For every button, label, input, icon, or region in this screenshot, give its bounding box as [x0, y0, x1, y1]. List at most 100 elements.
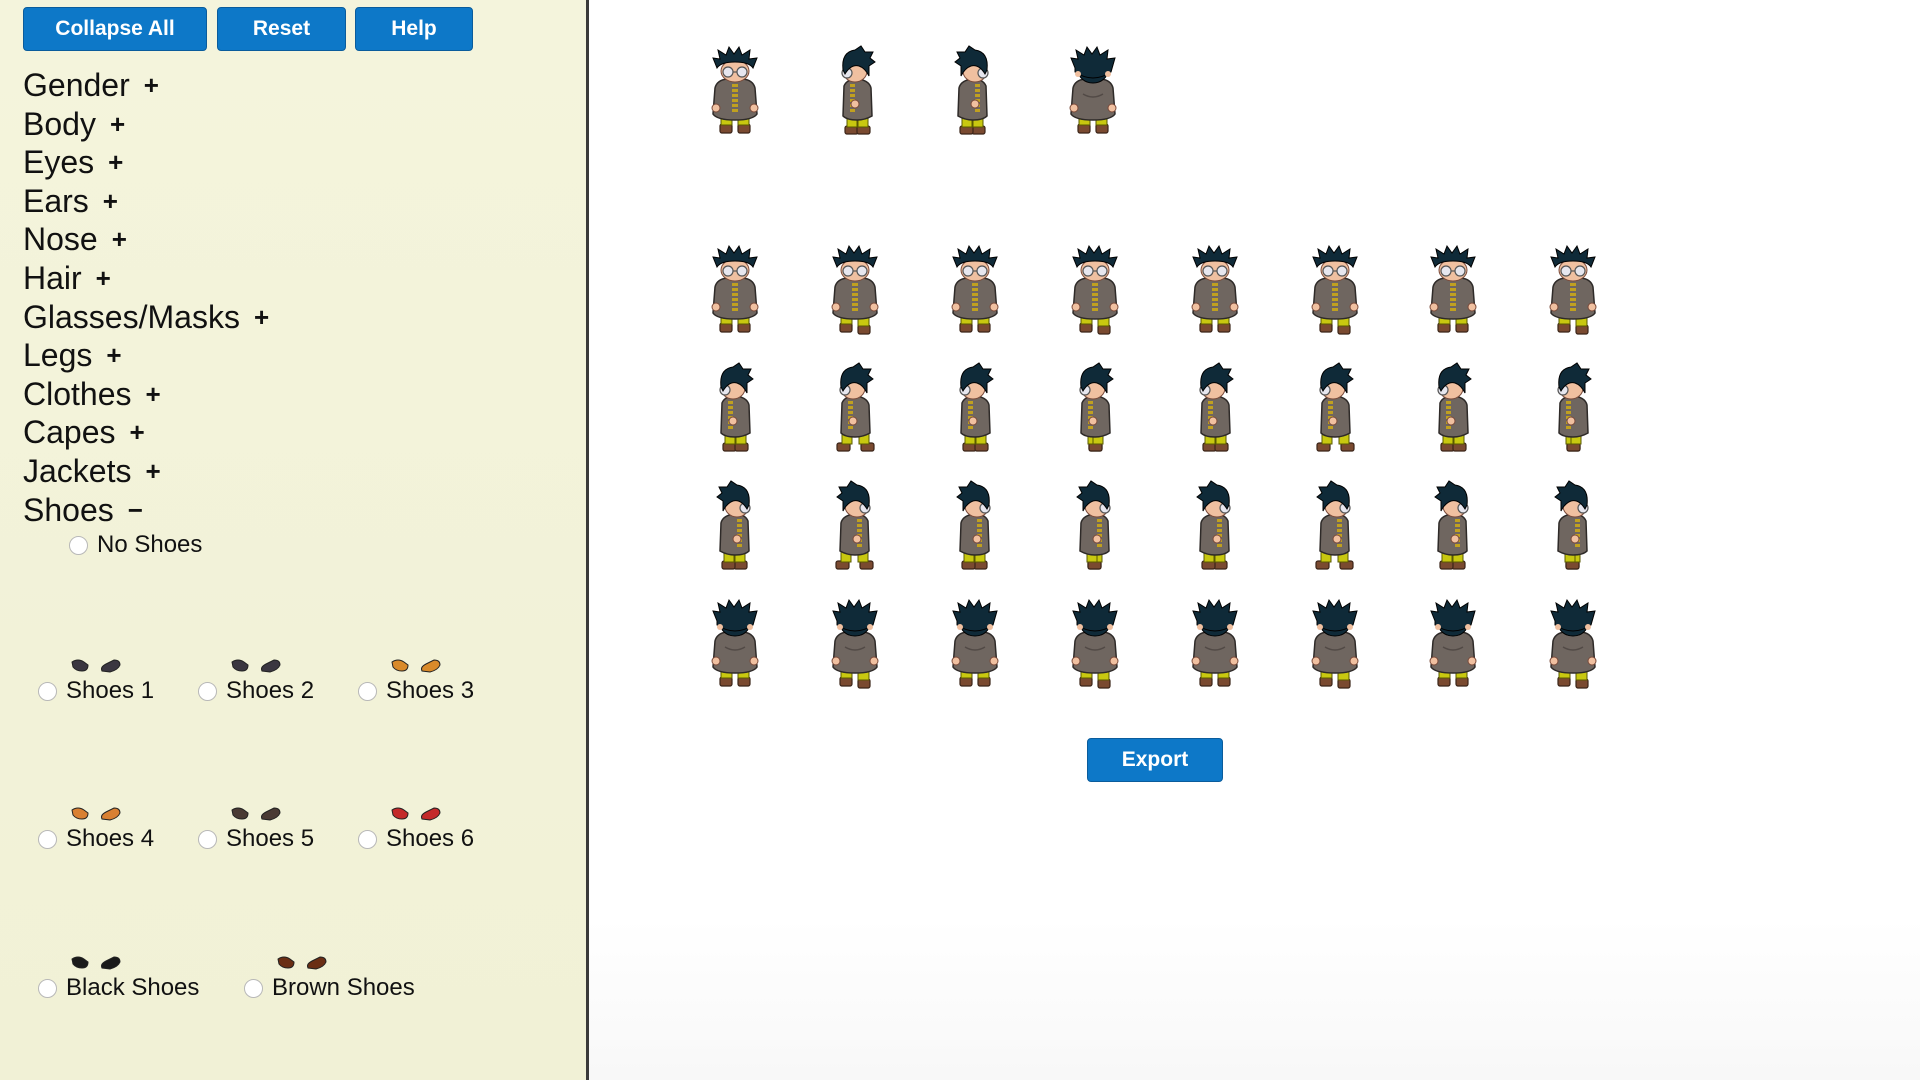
expand-icon[interactable]: +: [96, 259, 111, 297]
animation-frame-back: [703, 597, 767, 693]
section-capes[interactable]: Capes +: [23, 413, 145, 451]
sidebar: Collapse All Reset Help Gender + Body + Eyes…: [0, 0, 589, 1080]
shoe-option-radio[interactable]: [38, 682, 57, 701]
animation-frame-right: [1063, 479, 1127, 575]
animation-frame-right: [1421, 479, 1485, 575]
animation-frame-right: [1303, 479, 1367, 575]
animation-frame-back: [943, 597, 1007, 693]
expand-icon[interactable]: +: [112, 220, 127, 258]
animation-frame-back: [1421, 597, 1485, 693]
shoe-option-radio[interactable]: [198, 682, 217, 701]
shoe-preview-icon: [391, 659, 441, 673]
section-ears[interactable]: Ears +: [23, 182, 118, 220]
expand-icon[interactable]: +: [130, 413, 145, 451]
section-label: Jackets: [23, 453, 132, 489]
section-hair[interactable]: Hair +: [23, 259, 111, 297]
expand-icon[interactable]: +: [145, 452, 160, 490]
animation-frame-right: [1541, 479, 1605, 575]
shoe-option-radio[interactable]: [358, 830, 377, 849]
preview-sprite-front: [703, 44, 767, 140]
preview-sprite-right: [941, 44, 1005, 140]
expand-icon[interactable]: +: [254, 298, 269, 336]
shoe-option-label: Black Shoes: [66, 974, 200, 1001]
animation-frame-back: [1183, 597, 1247, 693]
animation-frame-left: [1183, 361, 1247, 457]
animation-frame-left: [703, 361, 767, 457]
shoe-option-radio[interactable]: [38, 979, 57, 998]
shoe-option-radio[interactable]: [38, 830, 57, 849]
animation-frame-back: [1063, 597, 1127, 693]
section-label: Nose: [23, 221, 98, 258]
shoe-option-label: Brown Shoes: [272, 974, 415, 1001]
collapse-icon[interactable]: −: [128, 491, 143, 529]
animation-frame-left: [823, 361, 887, 457]
shoe-preview-icon: [277, 956, 327, 970]
section-label: Capes: [23, 414, 116, 451]
expand-icon[interactable]: +: [103, 182, 118, 220]
no-shoes-label: No Shoes: [97, 531, 203, 558]
section-gender[interactable]: Gender +: [23, 66, 159, 104]
preview-area: [589, 0, 1920, 1080]
expand-icon[interactable]: +: [108, 143, 123, 181]
animation-frame-front: [1541, 243, 1605, 339]
expand-icon[interactable]: +: [110, 105, 125, 143]
shoe-option-radio[interactable]: [198, 830, 217, 849]
animation-frame-front: [943, 243, 1007, 339]
collapse-all-button[interactable]: Collapse All: [23, 7, 207, 51]
section-label: Glasses/Masks: [23, 298, 240, 335]
shoe-preview-icon: [71, 956, 121, 970]
shoe-option-label: Shoes 5: [226, 825, 315, 852]
animation-frame-front: [1303, 243, 1367, 339]
animation-frame-right: [943, 479, 1007, 575]
animation-frame-right: [703, 479, 767, 575]
animation-frame-left: [1421, 361, 1485, 457]
section-nose[interactable]: Nose +: [23, 220, 127, 258]
section-glasses-masks[interactable]: Glasses/Masks +: [23, 298, 269, 336]
export-button[interactable]: Export: [1087, 738, 1223, 782]
shoe-preview-icon: [231, 807, 281, 821]
section-label: Gender: [23, 67, 130, 103]
section-body[interactable]: Body +: [23, 105, 125, 143]
section-jackets[interactable]: Jackets +: [23, 452, 161, 490]
shoe-preview-icon: [231, 659, 281, 673]
animation-frame-back: [823, 597, 887, 693]
section-clothes[interactable]: Clothes +: [23, 375, 161, 413]
shoe-option-radio[interactable]: [244, 979, 263, 998]
animation-frame-back: [1541, 597, 1605, 693]
animation-frame-front: [1063, 243, 1127, 339]
animation-frame-front: [703, 243, 767, 339]
shoe-preview-icon: [71, 807, 121, 821]
reset-button[interactable]: Reset: [217, 7, 346, 51]
section-shoes[interactable]: Shoes −: [23, 491, 143, 529]
section-eyes[interactable]: Eyes +: [23, 143, 123, 181]
shoe-option-label: Shoes 1: [66, 677, 155, 704]
shoe-option-label: Shoes 4: [66, 825, 155, 852]
shoe-preview-icon: [71, 659, 121, 673]
animation-frame-front: [1421, 243, 1485, 339]
animation-frame-right: [1183, 479, 1247, 575]
no-shoes-radio[interactable]: [69, 536, 88, 555]
shoe-option-radio[interactable]: [358, 682, 377, 701]
shoe-option-label: Shoes 2: [226, 677, 315, 704]
shoe-option-label: Shoes 6: [386, 825, 475, 852]
animation-frame-left: [943, 361, 1007, 457]
expand-icon[interactable]: +: [146, 375, 161, 413]
section-label: Legs: [23, 337, 93, 374]
animation-frame-left: [1541, 361, 1605, 457]
section-legs[interactable]: Legs +: [23, 336, 122, 374]
animation-frame-left: [1063, 361, 1127, 457]
help-button[interactable]: Help: [355, 7, 473, 51]
section-label: Clothes: [23, 375, 132, 412]
section-label: Ears: [23, 182, 89, 219]
section-label: Body: [23, 105, 96, 142]
expand-icon[interactable]: +: [106, 336, 121, 374]
preview-sprite-left: [825, 44, 889, 140]
animation-frame-front: [1183, 243, 1247, 339]
expand-icon[interactable]: +: [144, 66, 159, 104]
section-label: Shoes: [23, 491, 114, 528]
preview-sprite-back: [1061, 44, 1125, 140]
animation-frame-right: [823, 479, 887, 575]
section-label: Eyes: [23, 144, 95, 181]
animation-frame-front: [823, 243, 887, 339]
section-label: Hair: [23, 260, 82, 296]
